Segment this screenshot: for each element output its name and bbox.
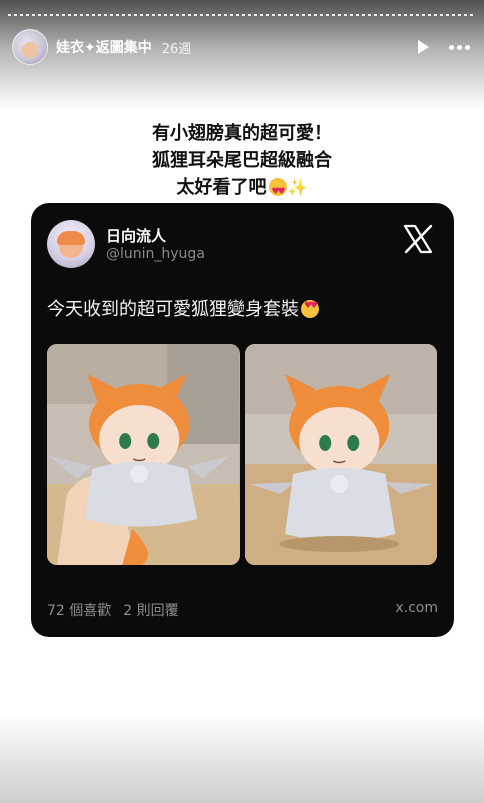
post-footer: 72 個喜歡 2 則回覆 x.com [47,600,438,620]
plush-in-hand-illustration [47,344,240,565]
plush-on-table-illustration [244,344,437,565]
story-header: 娃衣✦返圖集中 26週 [12,29,472,65]
account-avatar[interactable] [12,29,48,65]
post-author-handle: @lunin_hyuga [106,246,205,262]
likes-count: 72 個喜歡 [47,603,112,619]
x-logo-icon [403,224,433,254]
bottom-overlay [0,713,484,803]
plush-photo-left[interactable] [47,344,240,565]
story-progress-bar [8,14,476,16]
more-icon[interactable] [449,44,470,50]
play-icon[interactable] [418,40,429,54]
caption-line-3: 太好看了吧 [176,177,267,198]
caption-line-3-wrap: 太好看了吧 ✨ [0,174,484,206]
story-caption: 有小翅膀真的超可愛！ 狐狸耳朵尾巴超級融合 太好看了吧 ✨ [0,120,484,206]
post-text-content: 今天收到的超可愛狐狸變身套裝 [47,299,299,320]
heart-eyes-emoji-icon [301,300,319,318]
heart-eyes-emoji-icon [268,178,287,206]
sparkles-emoji-icon: ✨ [287,178,308,197]
post-source[interactable]: x.com [395,600,438,620]
embedded-post-card[interactable]: 日向流人 @lunin_hyuga 今天收到的超可愛狐狸變身套裝♥ ♥ 72 個… [31,203,454,637]
post-author-avatar [47,220,95,268]
caption-line-2: 狐狸耳朵尾巴超級融合 [152,150,332,171]
plush-photo-right[interactable] [244,344,437,565]
account-name[interactable]: 娃衣✦返圖集中 [56,37,152,57]
story-age: 26週 [161,41,192,57]
post-photos [47,344,437,565]
caption-line-1: 有小翅膀真的超可愛！ [152,123,332,144]
replies-count: 2 則回覆 [123,603,179,619]
post-text: 今天收到的超可愛狐狸變身套裝 [47,295,319,321]
post-author-name: 日向流人 [106,227,167,245]
